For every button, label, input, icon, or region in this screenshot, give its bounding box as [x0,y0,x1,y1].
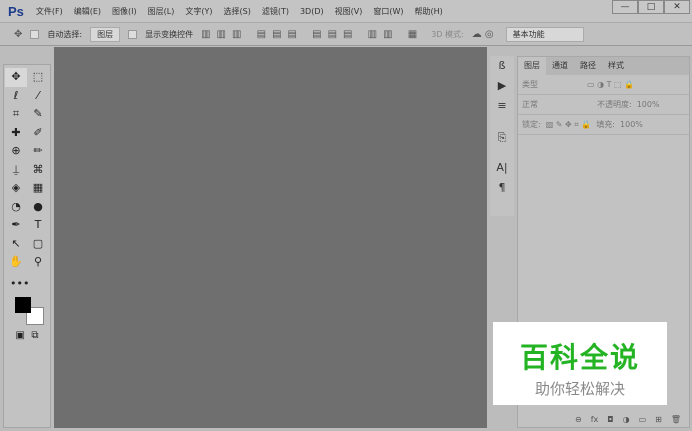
mask-icon[interactable]: ◘ [607,415,613,424]
tool-15-icon[interactable]: ● [27,198,49,217]
tool-16-icon[interactable]: ✒ [5,216,27,235]
actions-icon[interactable]: ▶ [490,76,514,96]
filter-icons[interactable]: ▭ ◑ T ⬚ 🔒 [587,80,634,89]
tool-7-icon[interactable]: ✐ [27,124,49,143]
paragraph-icon[interactable]: ¶ [490,178,514,198]
menu-bar: Ps 文件(F) 编辑(E) 图像(I) 图层(L) 文字(Y) 选择(S) 滤… [0,0,692,22]
new-layer-icon[interactable]: ⊞ [655,415,662,424]
minimize-button[interactable]: — [612,0,638,14]
tab-styles[interactable]: 样式 [602,57,630,75]
quick-mask-icon[interactable]: ▣ ⧉ [4,327,50,346]
menu-filter[interactable]: 滤镜(T) [262,6,289,17]
menu-view[interactable]: 视图(V) [335,6,363,17]
delete-icon[interactable]: 🗑 [671,415,681,424]
window-controls: — □ ✕ [612,0,690,14]
menu-layer[interactable]: 图层(L) [148,6,175,17]
menu-help[interactable]: 帮助(H) [415,6,443,17]
align-icons[interactable]: ▥▥▥ ▤▤▤ ▤▤▤ ▥▥ ▦ [201,29,423,40]
tool-4-icon[interactable]: ⌗ [5,105,27,124]
tool-21-icon[interactable]: ⚲ [27,253,49,272]
move-tool-icon[interactable]: ✥ [14,29,22,40]
tool-17-icon[interactable]: T [27,216,49,235]
fx-icon[interactable]: fx [591,415,599,424]
layers-footer: ⊖ fx ◘ ◑ ▭ ⊞ 🗑 [518,411,689,427]
watermark-subtitle: 助你轻松解决 [534,380,625,398]
filter-kind-dropdown[interactable]: 类型 [522,79,582,90]
menu-file[interactable]: 文件(F) [36,6,63,17]
tool-14-icon[interactable]: ◔ [5,198,27,217]
3d-orbit-icon[interactable]: ☁ ◎ [472,29,494,40]
maximize-button[interactable]: □ [638,0,664,14]
opacity-label: 不透明度: [597,100,632,109]
history-icon[interactable]: ß [490,56,514,76]
menu-edit[interactable]: 编辑(E) [74,6,101,17]
tool-11-icon[interactable]: ⌘ [27,161,49,180]
ps-logo: Ps [8,3,24,19]
tool-9-icon[interactable]: ✏ [27,142,49,161]
tool-19-icon[interactable]: ▢ [27,235,49,254]
document-canvas[interactable] [54,47,487,428]
watermark-title: 百科全说 [519,341,640,374]
watermark: 百科全说 助你轻松解决 [493,322,667,405]
auto-select-checkbox[interactable] [30,29,40,39]
tool-13-icon[interactable]: ▦ [27,179,49,198]
blend-mode-dropdown[interactable]: 正常 [522,99,592,110]
lock-label: 锁定: [522,120,541,129]
tab-layers[interactable]: 图层 [518,57,546,75]
show-transform-label: 显示变换控件 [145,29,194,39]
menu-type[interactable]: 文字(Y) [185,6,212,17]
foreground-color-swatch[interactable] [15,297,31,313]
menu-image[interactable]: 图像(I) [112,6,137,17]
tool-8-icon[interactable]: ⊕ [5,142,27,161]
link-layers-icon[interactable]: ⊖ [575,415,582,424]
opacity-value[interactable]: 100% [637,100,660,109]
clone-source-icon[interactable]: ⎘ [490,128,514,148]
auto-select-label: 自动选择: [47,29,83,39]
more-tools-icon[interactable]: ••• [4,275,50,294]
tab-paths[interactable]: 路径 [574,57,602,75]
tool-3-icon[interactable]: ⁄ [27,87,49,106]
tool-6-icon[interactable]: ✚ [5,124,27,143]
collapsed-panel-dock: ß ▶ ≡ ⎘ A| ¶ [490,56,514,216]
tool-12-icon[interactable]: ◈ [5,179,27,198]
options-bar: ✥ 自动选择: 图层 显示变换控件 ▥▥▥ ▤▤▤ ▤▤▤ ▥▥ ▦ 3D 模式… [0,22,692,46]
menu-3d[interactable]: 3D(D) [300,7,324,16]
fill-value[interactable]: 100% [620,120,643,129]
tool-2-icon[interactable]: ℓ [5,87,27,106]
show-transform-checkbox[interactable] [128,29,138,39]
3d-mode-label: 3D 模式: [431,29,464,39]
fill-label: 填充: [596,120,616,129]
lock-icons[interactable]: ▨ ✎ ✥ ⌗ 🔒 [546,120,592,130]
close-button[interactable]: ✕ [664,0,690,14]
properties-icon[interactable]: ≡ [490,96,514,116]
tool-0-icon[interactable]: ✥ [5,68,27,87]
tool-1-icon[interactable]: ⬚ [27,68,49,87]
workspace-dropdown[interactable]: 基本功能 [505,26,584,42]
character-icon[interactable]: A| [490,158,514,178]
tool-18-icon[interactable]: ↖ [5,235,27,254]
tab-channels[interactable]: 通道 [546,57,574,75]
menu-window[interactable]: 窗口(W) [373,6,403,17]
tool-10-icon[interactable]: ⍊ [5,161,27,180]
tools-panel: ✥ ⬚ ℓ ⁄ ⌗ ✎ ✚ ✐ ⊕ ✏ ⍊ ⌘ ◈ ▦ ◔ ● ✒ T ↖ ▢ ✋ ⚲ ••• ▣ ⧉ [3,64,51,428]
menu-select[interactable]: 选择(S) [224,6,251,17]
auto-select-dropdown[interactable]: 图层 [90,26,121,42]
tool-5-icon[interactable]: ✎ [27,105,49,124]
tool-20-icon[interactable]: ✋ [5,253,27,272]
adjustment-icon[interactable]: ◑ [623,415,630,424]
group-icon[interactable]: ▭ [639,415,647,424]
